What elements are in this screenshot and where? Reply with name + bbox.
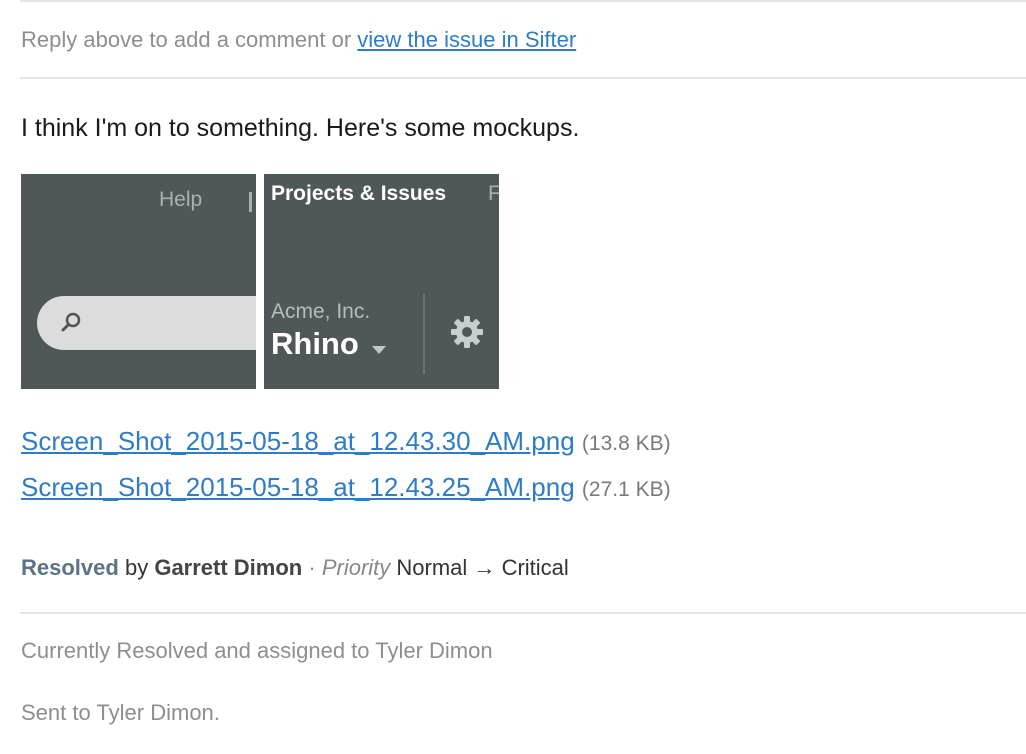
comment-text: I think I'm on to something. Here's some… — [21, 114, 580, 142]
header-divider — [20, 77, 1026, 79]
search-icon — [59, 310, 83, 334]
help-nav-label: Help — [159, 188, 203, 211]
chevron-down-icon — [372, 342, 386, 360]
attachment-size: (13.8 KB) — [581, 432, 671, 455]
status-label: Resolved — [21, 555, 119, 580]
status-change-line: Resolved by Garrett Dimon · Priority Nor… — [21, 555, 569, 581]
user-name: Garrett Dimon — [154, 555, 303, 580]
by-text: by — [124, 555, 149, 580]
company-name: Acme, Inc. — [271, 300, 371, 323]
nav-divider — [249, 192, 252, 212]
attachment-row-2: Screen_Shot_2015-05-18_at_12.43.25_AM.pn… — [21, 472, 671, 503]
current-status-text: Currently Resolved and assigned to Tyler… — [21, 638, 493, 663]
attachment-link[interactable]: Screen_Shot_2015-05-18_at_12.43.25_AM.pn… — [21, 472, 575, 502]
view-issue-link[interactable]: view the issue in Sifter — [357, 27, 576, 52]
vertical-divider — [423, 294, 425, 374]
new-value: Critical — [501, 555, 569, 580]
gear-icon — [449, 314, 485, 355]
field-name: Priority — [321, 555, 391, 580]
projects-issues-nav-label: Projects & Issues — [271, 182, 447, 205]
sent-to-text: Sent to Tyler Dimon. — [21, 700, 220, 725]
nav-truncated-glyph: F — [488, 182, 499, 205]
arrow: → — [473, 555, 496, 580]
attachment-row-1: Screen_Shot_2015-05-18_at_12.43.30_AM.pn… — [21, 426, 671, 457]
reply-text: Reply above to add a comment or — [21, 27, 358, 52]
top-divider — [20, 0, 1026, 2]
old-value: Normal — [396, 555, 468, 580]
attachment-size: (27.1 KB) — [581, 478, 671, 501]
separator: · — [308, 555, 316, 580]
search-field — [37, 296, 256, 350]
attachment-thumbnail-2[interactable]: Projects & Issues F Acme, Inc. Rhino — [264, 174, 499, 389]
reply-instructions: Reply above to add a comment or view the… — [21, 27, 576, 53]
footer-divider — [20, 612, 1026, 614]
project-name: Rhino — [271, 326, 359, 361]
attachment-thumbnail-1[interactable]: Help — [21, 174, 256, 389]
attachment-link[interactable]: Screen_Shot_2015-05-18_at_12.43.30_AM.pn… — [21, 426, 575, 456]
